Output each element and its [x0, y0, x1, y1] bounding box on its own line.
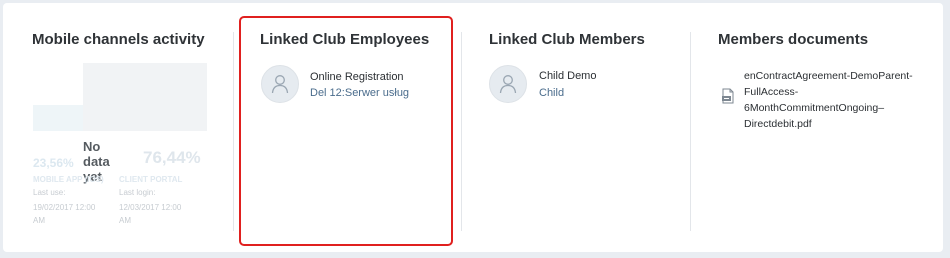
column-divider — [461, 32, 462, 231]
chart-placeholder-bar — [83, 63, 207, 131]
user-avatar-icon — [489, 65, 527, 103]
mobile-channels-title: Mobile channels activity — [32, 31, 205, 48]
chart-placeholder-bar — [33, 105, 83, 131]
last-use-label: Last use: — [33, 188, 66, 197]
last-use-value: 19/02/2017 12:00 — [33, 203, 96, 212]
client-portal-percent: 76,44% — [143, 148, 201, 167]
pdf-file-icon — [722, 88, 734, 104]
mobile-channels-chart-placeholder — [33, 63, 207, 131]
last-use-ampm: AM — [33, 216, 45, 225]
client-portal-last-login: Last login: 12/03/2017 12:00 AM — [119, 187, 209, 226]
member-name[interactable]: Child Demo — [539, 70, 596, 82]
activity-card: Mobile channels activity 23,56% 76,44% N… — [3, 3, 943, 252]
mobile-app-percent: 23,56% — [33, 156, 74, 170]
client-portal-label: CLIENT PORTAL — [119, 175, 183, 184]
member-detail[interactable]: Child — [539, 87, 564, 99]
last-login-label: Last login: — [119, 188, 156, 197]
last-login-ampm: AM — [119, 216, 131, 225]
document-link[interactable]: enContractAgreement-DemoParent-FullAcces… — [744, 68, 924, 132]
highlight-box — [239, 16, 453, 246]
column-divider — [690, 32, 691, 231]
linked-club-members-title: Linked Club Members — [489, 31, 645, 48]
column-divider — [233, 32, 234, 231]
person-icon — [499, 75, 517, 94]
mobile-app-label: MOBILE APP (IOS) — [33, 175, 104, 184]
last-login-value: 12/03/2017 12:00 — [119, 203, 182, 212]
mobile-app-last-use: Last use: 19/02/2017 12:00 AM — [33, 187, 117, 226]
members-documents-title: Members documents — [718, 31, 869, 48]
